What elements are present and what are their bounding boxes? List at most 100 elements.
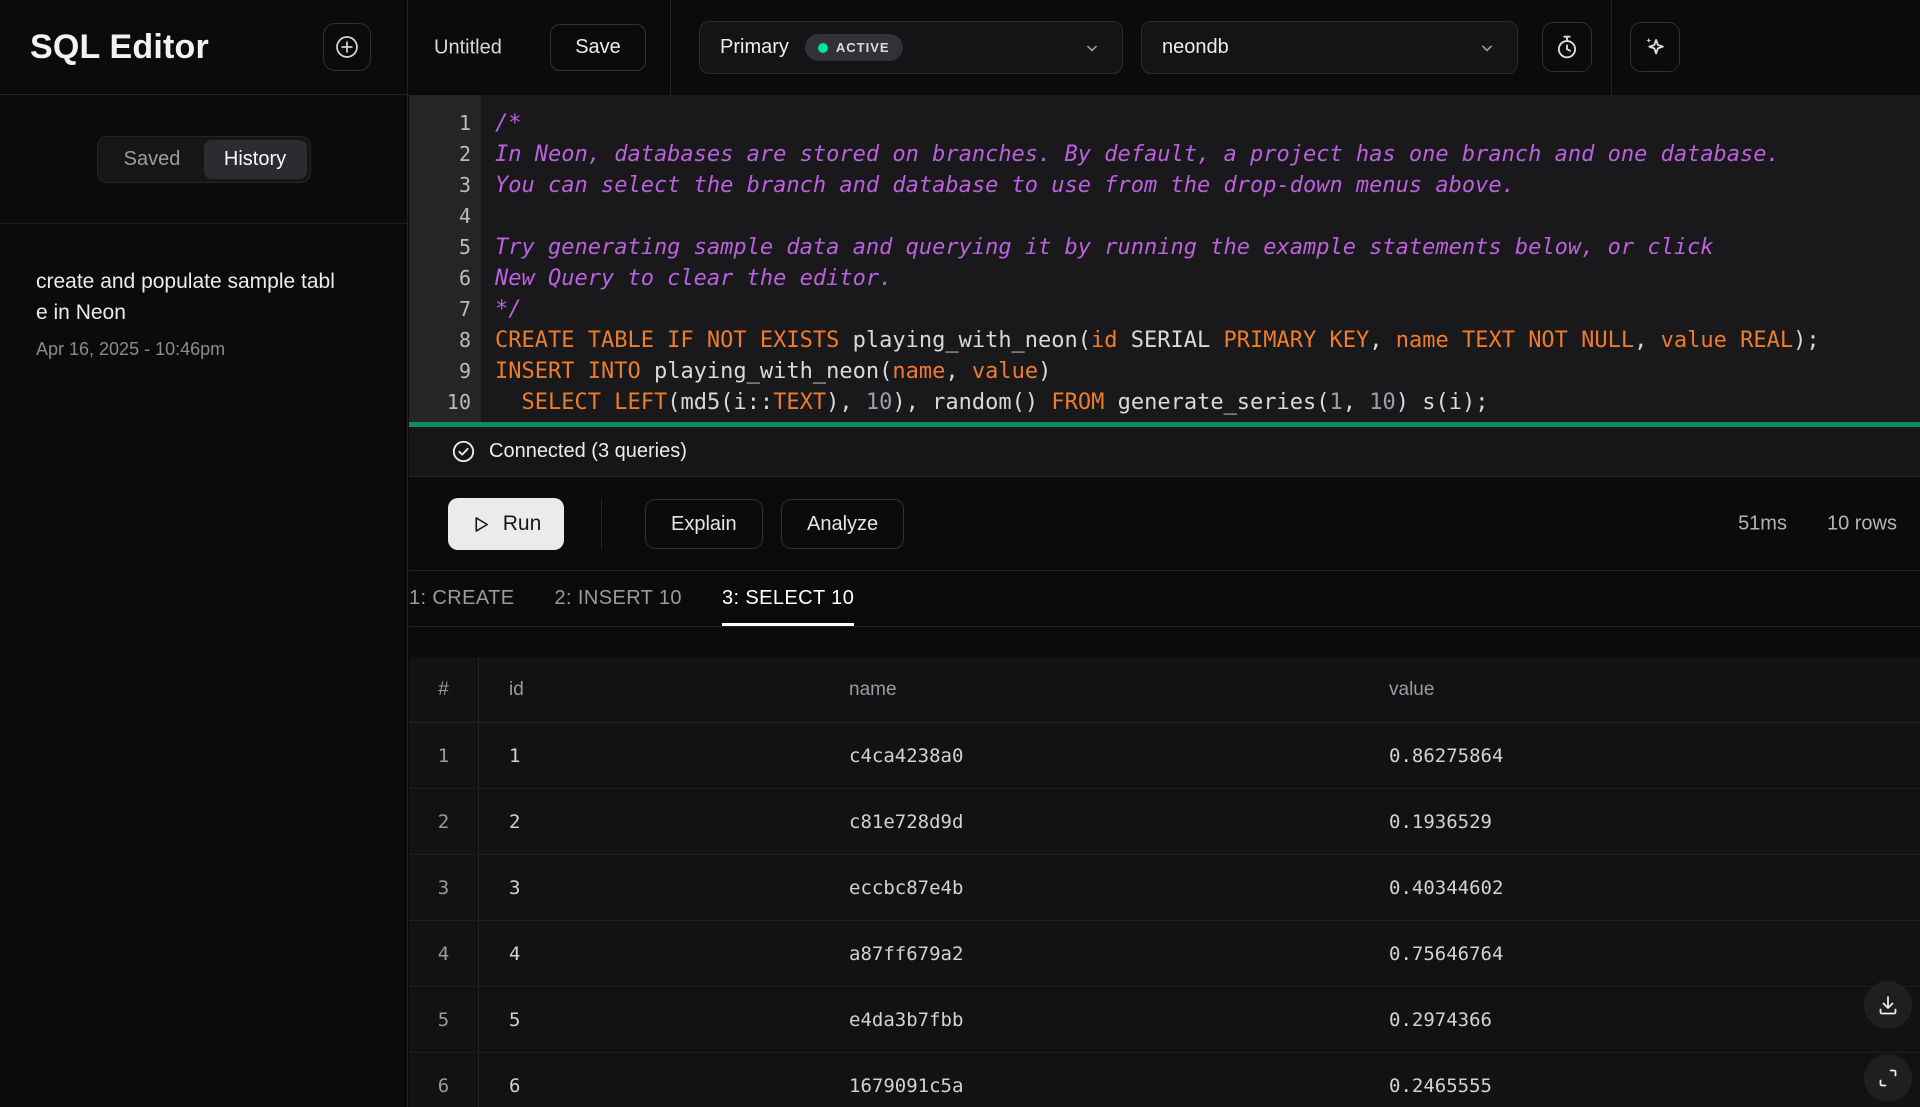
tab-saved[interactable]: Saved xyxy=(101,140,204,179)
result-tab-3[interactable]: 3: SELECT 10 xyxy=(722,571,854,626)
code-scroller: 12345678910 /*In Neon, databases are sto… xyxy=(409,95,1920,422)
query-title[interactable]: Untitled xyxy=(434,36,502,59)
expand-results-button[interactable] xyxy=(1864,1054,1912,1102)
run-button[interactable]: Run xyxy=(448,498,564,550)
result-tabs: 1: CREATE 2: INSERT 10 3: SELECT 10 xyxy=(409,571,1920,627)
line-number: 1 xyxy=(409,108,471,139)
play-icon xyxy=(471,514,492,535)
code-line: SELECT LEFT(md5(i::TEXT), 10), random() … xyxy=(495,387,1920,418)
row-index-cell: 6 xyxy=(409,1053,479,1107)
row-index-cell: 1 xyxy=(409,723,479,788)
editor-topbar: Untitled Save Primary ACTIVE neondb xyxy=(409,0,1920,95)
table-cell: e4da3b7fbb xyxy=(819,987,1359,1052)
sql-code-editor[interactable]: 12345678910 /*In Neon, databases are sto… xyxy=(409,95,1920,427)
branch-status-label: ACTIVE xyxy=(836,40,890,55)
code-content[interactable]: /*In Neon, databases are stored on branc… xyxy=(481,95,1920,422)
chevron-down-icon xyxy=(1082,38,1102,58)
table-body: 11c4ca4238a00.8627586422c81e728d9d0.1936… xyxy=(409,723,1920,1107)
row-index-cell: 5 xyxy=(409,987,479,1052)
line-number: 4 xyxy=(409,201,471,232)
execution-stats: 51ms 10 rows xyxy=(1738,512,1897,535)
download-results-button[interactable] xyxy=(1864,981,1912,1029)
check-circle-icon xyxy=(451,439,476,464)
query-duration: 51ms xyxy=(1738,512,1787,535)
table-cell: c81e728d9d xyxy=(819,789,1359,854)
table-cell: 6 xyxy=(479,1053,819,1107)
run-divider xyxy=(601,498,602,550)
table-row: 44a87ff679a20.75646764 xyxy=(409,921,1920,987)
line-number: 2 xyxy=(409,139,471,170)
table-row: 33eccbc87e4b0.40344602 xyxy=(409,855,1920,921)
history-list: create and populate sample table in Neon… xyxy=(0,224,407,360)
new-query-button[interactable] xyxy=(323,23,371,71)
code-line: */ xyxy=(495,294,1920,325)
line-number-gutter: 12345678910 xyxy=(409,95,481,422)
topbar-divider-1 xyxy=(670,0,671,95)
table-cell: 0.86275864 xyxy=(1359,723,1920,788)
sidebar-header: SQL Editor xyxy=(0,0,407,95)
active-status-dot xyxy=(818,43,828,53)
result-row-count: 10 rows xyxy=(1827,512,1897,535)
branch-status-badge: ACTIVE xyxy=(805,34,903,61)
ai-assist-button[interactable] xyxy=(1630,22,1680,72)
line-number: 6 xyxy=(409,263,471,294)
table-cell: c4ca4238a0 xyxy=(819,723,1359,788)
results-panel: # id name value 11c4ca4238a00.8627586422… xyxy=(409,627,1920,1107)
table-row: 11c4ca4238a00.86275864 xyxy=(409,723,1920,789)
table-cell: 3 xyxy=(479,855,819,920)
table-row: 55e4da3b7fbb0.2974366 xyxy=(409,987,1920,1053)
results-table: # id name value 11c4ca4238a00.8627586422… xyxy=(409,657,1920,1107)
sidebar: SQL Editor Saved History create and popu… xyxy=(0,0,408,1107)
table-cell: 1679091c5a xyxy=(819,1053,1359,1107)
saved-history-toggle: Saved History xyxy=(97,136,311,183)
analyze-button[interactable]: Analyze xyxy=(781,499,904,549)
query-history-timer-button[interactable] xyxy=(1542,22,1592,72)
line-number: 5 xyxy=(409,232,471,263)
code-line: CREATE TABLE IF NOT EXISTS playing_with_… xyxy=(495,325,1920,356)
result-tab-2[interactable]: 2: INSERT 10 xyxy=(554,571,681,626)
download-icon xyxy=(1876,993,1900,1017)
row-index-cell: 3 xyxy=(409,855,479,920)
column-header-index: # xyxy=(409,657,479,722)
row-index-cell: 4 xyxy=(409,921,479,986)
code-line: Try generating sample data and querying … xyxy=(495,232,1920,263)
code-line xyxy=(495,201,1920,232)
save-button[interactable]: Save xyxy=(550,24,646,71)
fullscreen-icon xyxy=(1876,1066,1900,1090)
result-tab-1[interactable]: 1: CREATE xyxy=(409,571,514,626)
history-list-item[interactable]: create and populate sample table in Neon… xyxy=(0,224,407,360)
table-row: 22c81e728d9d0.1936529 xyxy=(409,789,1920,855)
table-cell: 0.2974366 xyxy=(1359,987,1920,1052)
plus-circle-icon xyxy=(334,34,360,60)
tab-history[interactable]: History xyxy=(204,140,307,179)
row-index-cell: 2 xyxy=(409,789,479,854)
code-line: INSERT INTO playing_with_neon(name, valu… xyxy=(495,356,1920,387)
topbar-divider-2 xyxy=(1611,0,1612,95)
history-item-timestamp: Apr 16, 2025 - 10:46pm xyxy=(36,339,371,360)
table-cell: 2 xyxy=(479,789,819,854)
run-toolbar: Run Explain Analyze 51ms 10 rows xyxy=(409,477,1920,571)
branch-select[interactable]: Primary ACTIVE xyxy=(699,21,1123,74)
table-cell: 5 xyxy=(479,987,819,1052)
table-cell: 4 xyxy=(479,921,819,986)
run-label: Run xyxy=(503,512,542,536)
explain-button[interactable]: Explain xyxy=(645,499,763,549)
table-cell: 0.40344602 xyxy=(1359,855,1920,920)
table-cell: a87ff679a2 xyxy=(819,921,1359,986)
stopwatch-icon xyxy=(1554,34,1580,60)
code-line: New Query to clear the editor. xyxy=(495,263,1920,294)
column-header-id: id xyxy=(479,657,819,722)
code-line: /* xyxy=(495,108,1920,139)
database-name: neondb xyxy=(1162,36,1229,59)
database-select[interactable]: neondb xyxy=(1141,21,1518,74)
connection-status-text: Connected (3 queries) xyxy=(489,440,687,463)
table-cell: 0.75646764 xyxy=(1359,921,1920,986)
table-row: 661679091c5a0.2465555 xyxy=(409,1053,1920,1107)
table-cell: eccbc87e4b xyxy=(819,855,1359,920)
line-number: 9 xyxy=(409,356,471,387)
column-header-value: value xyxy=(1359,657,1920,722)
code-line: You can select the branch and database t… xyxy=(495,170,1920,201)
table-cell: 0.1936529 xyxy=(1359,789,1920,854)
column-header-name: name xyxy=(819,657,1359,722)
history-item-title: create and populate sample table in Neon xyxy=(36,266,336,328)
